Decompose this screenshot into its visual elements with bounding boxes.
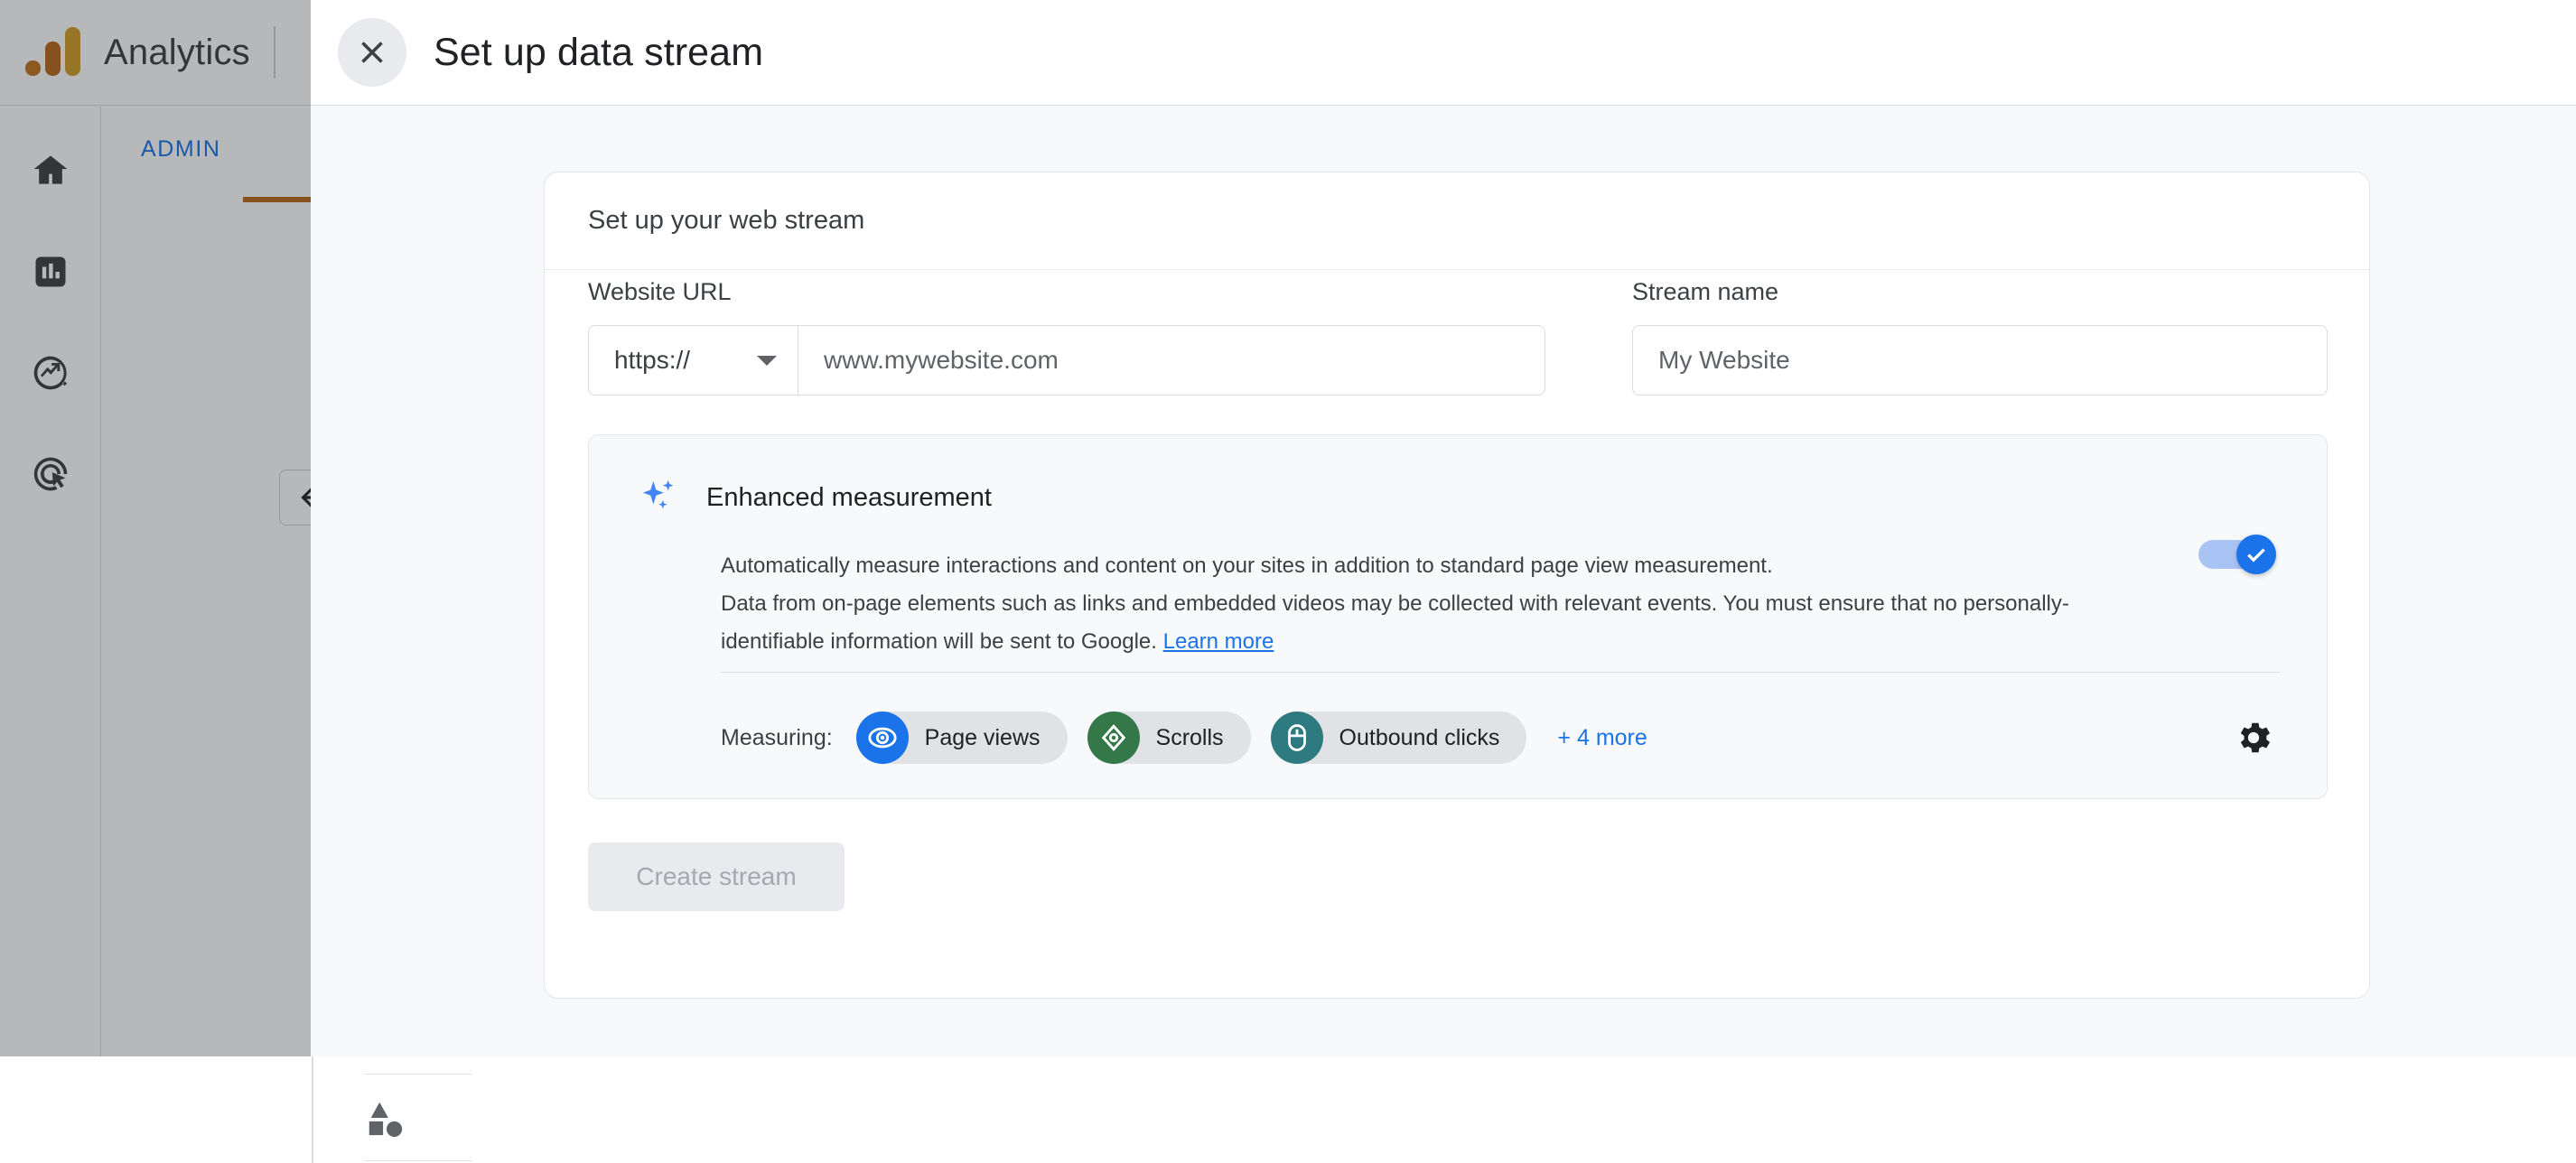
website-url-combo: https://	[588, 325, 1545, 395]
enhanced-measurement-settings-button[interactable]	[2227, 712, 2280, 764]
website-url-field-group: Website URL https://	[588, 278, 1545, 395]
stream-name-field-group: Stream name	[1632, 278, 2328, 395]
enhanced-measurement-toggle[interactable]	[2198, 535, 2278, 574]
more-events-link[interactable]: + 4 more	[1557, 725, 1647, 751]
website-url-label: Website URL	[588, 278, 1545, 306]
modal-header: Set up data stream	[311, 0, 2576, 106]
rail-item-reports[interactable]	[24, 246, 77, 298]
card-header: Set up your web stream	[545, 172, 2369, 270]
chip-page-views-label: Page views	[925, 725, 1041, 751]
close-icon	[356, 36, 388, 69]
fields-row: Website URL https:// Stream name	[588, 278, 2328, 395]
enhanced-measurement-box: Enhanced measurement Automatically measu…	[588, 434, 2328, 799]
enhanced-measurement-header: Enhanced measurement	[589, 435, 2327, 518]
measuring-label: Measuring:	[721, 725, 833, 751]
eye-icon	[856, 712, 909, 764]
chip-page-views[interactable]: Page views	[856, 712, 1068, 764]
enhanced-measurement-divider	[721, 672, 2280, 673]
learn-more-link[interactable]: Learn more	[1163, 629, 1274, 654]
chip-outbound-clicks[interactable]: Outbound clicks	[1271, 712, 1527, 764]
enhanced-measurement-line-2: Data from on-page elements such as links…	[721, 585, 2148, 623]
enhanced-measurement-line-3: identifiable information will be sent to…	[721, 629, 1157, 654]
measuring-row: Measuring: Page views Scrolls	[721, 706, 2280, 769]
chip-scrolls[interactable]: Scrolls	[1087, 712, 1251, 764]
modal-title: Set up data stream	[434, 31, 763, 75]
shapes-icon	[364, 1097, 406, 1139]
enhanced-measurement-title: Enhanced measurement	[706, 483, 992, 513]
chip-outbound-clicks-label: Outbound clicks	[1339, 725, 1500, 751]
rail-item-explore[interactable]	[24, 347, 77, 399]
check-icon	[2245, 543, 2268, 566]
enhanced-measurement-line-1: Automatically measure interactions and c…	[721, 547, 2148, 585]
set-up-data-stream-modal: Set up data stream Set up your web strea…	[311, 0, 2576, 1056]
rail-item-home[interactable]	[24, 144, 77, 197]
sparkle-icon	[639, 477, 681, 518]
admin-pane: ADMIN Prope Tigre	[102, 107, 311, 1056]
enhanced-measurement-description: Automatically measure interactions and c…	[721, 547, 2148, 660]
create-stream-button[interactable]: Create stream	[588, 842, 845, 911]
web-stream-card: Set up your web stream Website URL https…	[544, 172, 2370, 999]
close-button[interactable]	[338, 18, 406, 87]
scroll-diamond-icon	[1087, 712, 1140, 764]
gear-icon	[2233, 717, 2274, 758]
protocol-selected-value: https://	[614, 346, 690, 375]
home-icon	[31, 151, 70, 191]
chip-scrolls-label: Scrolls	[1156, 725, 1224, 751]
bar-chart-icon	[31, 252, 70, 292]
toggle-thumb	[2236, 535, 2276, 574]
chevron-down-icon	[757, 356, 777, 366]
app-brand-title: Analytics	[104, 33, 250, 73]
protocol-select[interactable]: https://	[588, 325, 798, 395]
left-nav-rail	[0, 107, 101, 1056]
target-cursor-icon	[31, 454, 70, 494]
modal-body: Set up your web stream Website URL https…	[311, 107, 2576, 1056]
admin-nav-item-custom-definitions[interactable]	[364, 1075, 472, 1161]
explore-trend-icon	[31, 353, 70, 393]
rail-item-advertising[interactable]	[24, 448, 77, 500]
tab-admin[interactable]: ADMIN	[141, 136, 221, 163]
mouse-icon	[1271, 712, 1323, 764]
stream-name-label: Stream name	[1632, 278, 2328, 306]
stream-name-input[interactable]	[1632, 325, 2328, 395]
card-header-title: Set up your web stream	[588, 206, 864, 236]
top-bar-divider	[274, 26, 275, 79]
enhanced-measurement-line-3-wrap: identifiable information will be sent to…	[721, 623, 2148, 661]
analytics-logo-icon	[25, 29, 80, 76]
website-url-input[interactable]	[798, 325, 1545, 395]
